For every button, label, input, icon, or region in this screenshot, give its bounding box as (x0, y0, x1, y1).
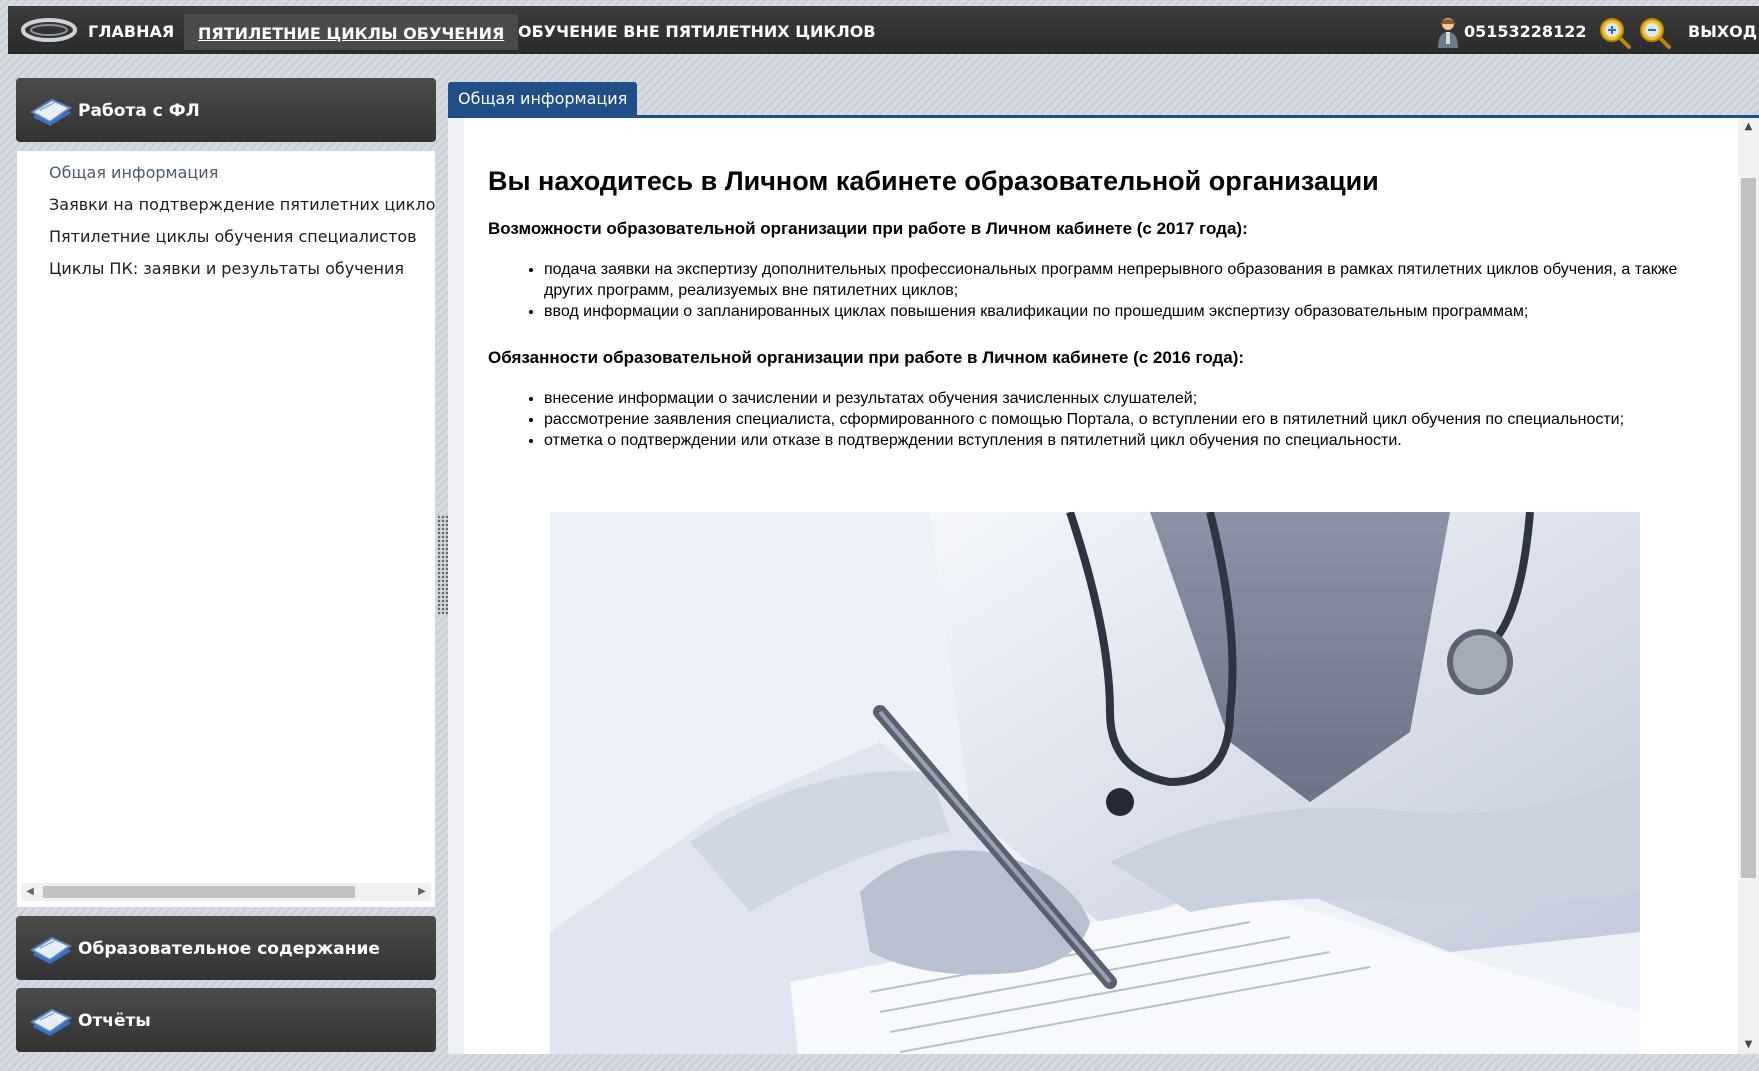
horizontal-scrollbar[interactable]: ◀ ▶ (21, 883, 431, 901)
sidebar-item-general-info[interactable]: Общая информация (17, 157, 435, 189)
sidebar-splitter-handle[interactable] (438, 515, 448, 615)
scroll-thumb[interactable] (1741, 178, 1756, 878)
sidebar-item-pk-cycles[interactable]: Циклы ПК: заявки и результаты обучения (17, 253, 435, 285)
doctor-writing-photo (550, 512, 1640, 1054)
scroll-left-icon[interactable]: ◀ (21, 883, 39, 901)
panel-label: Отчёты (78, 1011, 151, 1031)
zoom-out-icon[interactable] (1638, 16, 1672, 50)
content-frame: Вы находитесь в Личном кабинете образова… (448, 118, 1738, 1054)
book-icon (30, 98, 72, 126)
logout-button[interactable]: ВЫХОД (1688, 6, 1757, 54)
content-body: Вы находитесь в Личном кабинете образова… (488, 166, 1708, 477)
list-item: подача заявки на экспертизу дополнительн… (544, 259, 1708, 301)
user-icon (1438, 18, 1458, 48)
panel-header-work-with-individuals[interactable]: Работа с ФЛ (16, 78, 436, 142)
list-item: внесение информации о зачислении и резул… (544, 388, 1708, 409)
panel-label: Работа с ФЛ (78, 101, 200, 121)
top-navigation-bar: ГЛАВНАЯ ПЯТИЛЕТНИЕ ЦИКЛЫ ОБУЧЕНИЯ ОБУЧЕН… (8, 6, 1759, 54)
list-item: отметка о подтверждении или отказе в под… (544, 430, 1708, 451)
panel-header-reports[interactable]: Отчёты (16, 988, 436, 1052)
user-id: 05153228122 (1464, 22, 1587, 41)
duties-list: внесение информации о зачислении и резул… (544, 388, 1708, 451)
ring-logo-icon[interactable] (20, 16, 78, 44)
zoom-in-icon[interactable] (1598, 16, 1632, 50)
nav-outside-cycles[interactable]: ОБУЧЕНИЕ ВНЕ ПЯТИЛЕТНИХ ЦИКЛОВ (518, 6, 876, 54)
vertical-scrollbar[interactable]: ▲ ▼ (1738, 118, 1759, 1054)
capabilities-list: подача заявки на экспертизу дополнительн… (544, 259, 1708, 322)
list-item: ввод информации о запланированных циклах… (544, 301, 1708, 322)
sidebar-item-cycle-requests[interactable]: Заявки на подтверждение пятилетних цикло… (17, 189, 435, 221)
book-icon (30, 936, 72, 964)
sidebar-menu: Общая информация Заявки на подтверждение… (17, 157, 435, 285)
duties-title: Обязанности образовательной организации … (488, 348, 1245, 367)
nav-five-year-cycles[interactable]: ПЯТИЛЕТНИЕ ЦИКЛЫ ОБУЧЕНИЯ (184, 14, 519, 50)
book-icon (30, 1008, 72, 1036)
tab-general-info[interactable]: Общая информация (448, 82, 638, 116)
sidebar-item-specialist-cycles[interactable]: Пятилетние циклы обучения специалистов (17, 221, 435, 253)
scroll-up-icon[interactable]: ▲ (1738, 118, 1759, 136)
sidebar-menu-panel: Общая информация Заявки на подтверждение… (16, 150, 436, 908)
panel-label: Образовательное содержание (78, 939, 380, 959)
list-item: рассмотрение заявления специалиста, сфор… (544, 409, 1708, 430)
page-title: Вы находитесь в Личном кабинете образова… (488, 166, 1379, 196)
nav-home[interactable]: ГЛАВНАЯ (88, 6, 174, 54)
capabilities-title: Возможности образовательной организации … (488, 219, 1248, 238)
panel-header-educational-content[interactable]: Образовательное содержание (16, 916, 436, 980)
scroll-right-icon[interactable]: ▶ (413, 883, 431, 901)
scroll-thumb[interactable] (43, 886, 355, 898)
scroll-down-icon[interactable]: ▼ (1738, 1036, 1759, 1054)
